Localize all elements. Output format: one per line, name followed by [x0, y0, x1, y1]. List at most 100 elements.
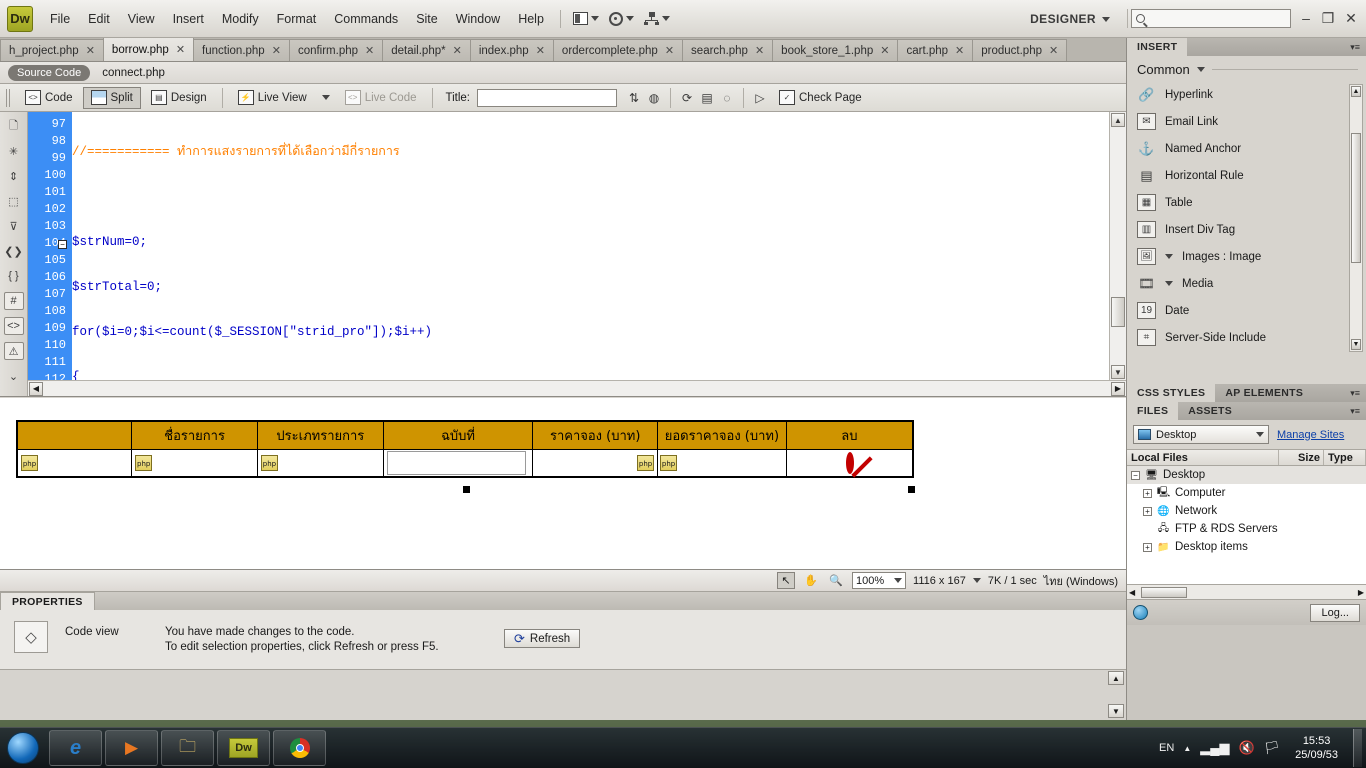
- table-cell-issue[interactable]: [382, 448, 534, 478]
- menu-file[interactable]: File: [41, 8, 79, 30]
- close-icon[interactable]: ✕: [176, 43, 185, 56]
- close-icon[interactable]: ✕: [955, 44, 964, 57]
- tree-item-ftp-rds[interactable]: 🖧 FTP & RDS Servers: [1127, 520, 1366, 538]
- close-icon[interactable]: ✕: [755, 44, 764, 57]
- doc-tab-index[interactable]: index.php ✕: [469, 39, 554, 61]
- live-view-button[interactable]: ⚡ Live View: [230, 87, 315, 109]
- table-cell-number[interactable]: php: [16, 448, 133, 478]
- insert-category-row[interactable]: Common: [1127, 56, 1366, 81]
- doc-tab-product[interactable]: product.php ✕: [972, 39, 1068, 61]
- doc-tab-function[interactable]: function.php ✕: [193, 39, 290, 61]
- internet-explorer-icon[interactable]: e: [49, 730, 102, 766]
- code-vertical-scrollbar[interactable]: ▲ ▼: [1109, 112, 1126, 380]
- collapse-full-tag-icon[interactable]: ⇕: [4, 167, 24, 185]
- zoom-tool-icon[interactable]: 🔍: [827, 572, 845, 589]
- chevron-down-icon[interactable]: [1196, 67, 1205, 72]
- files-tree[interactable]: − 🖥 Desktop + 🖳 Computer + 🌐 Network 🖧 F…: [1127, 466, 1366, 584]
- preview-in-browser-icon[interactable]: ◍: [645, 89, 663, 106]
- table-header-cell[interactable]: ฉบับที่: [382, 420, 534, 450]
- validation-icon[interactable]: ◌: [718, 89, 736, 106]
- scroll-down-icon[interactable]: ▼: [1111, 365, 1125, 379]
- language-indicator[interactable]: EN: [1159, 742, 1174, 754]
- insert-item-div-tag[interactable]: ▥ Insert Div Tag: [1127, 216, 1366, 243]
- insert-item-horizontal-rule[interactable]: ▤ Horizontal Rule: [1127, 162, 1366, 189]
- files-horizontal-scrollbar[interactable]: ◀ ▶: [1127, 584, 1366, 599]
- tab-assets[interactable]: ASSETS: [1178, 402, 1242, 420]
- window-minimize-button[interactable]: –: [1295, 8, 1317, 28]
- doc-tab-h-project[interactable]: h_project.php ✕: [0, 39, 104, 61]
- code-view-button[interactable]: <> Code: [17, 87, 81, 109]
- window-size-value[interactable]: 1116 x 167: [913, 575, 966, 587]
- panel-menu-icon[interactable]: ▾≡: [1350, 402, 1366, 420]
- close-icon[interactable]: ✕: [665, 44, 674, 57]
- table-header-cell[interactable]: ประเภทรายการ: [256, 420, 384, 450]
- tab-css-styles[interactable]: CSS STYLES: [1127, 384, 1216, 402]
- chevron-down-icon[interactable]: [1165, 254, 1173, 259]
- show-desktop-button[interactable]: [1353, 729, 1362, 767]
- tab-ap-elements[interactable]: AP ELEMENTS: [1215, 384, 1313, 402]
- split-view-button[interactable]: Split: [82, 86, 141, 109]
- media-player-icon[interactable]: ▶: [105, 730, 158, 766]
- apply-comment-icon[interactable]: ⚠: [3, 342, 24, 360]
- close-icon[interactable]: ✕: [453, 44, 462, 57]
- table-header-cell[interactable]: ลบ: [785, 420, 914, 450]
- speaker-muted-icon[interactable]: 🔇: [1238, 740, 1254, 756]
- scrollbar-thumb[interactable]: [1141, 586, 1188, 598]
- site-select[interactable]: Desktop: [1133, 425, 1269, 444]
- expand-icon[interactable]: +: [1143, 488, 1152, 498]
- properties-tab[interactable]: PROPERTIES: [0, 592, 95, 610]
- issue-number-input[interactable]: [386, 450, 526, 475]
- insert-panel-scrollbar[interactable]: ▲ ▼: [1349, 84, 1363, 352]
- refresh-button[interactable]: ⟳ Refresh: [504, 629, 581, 648]
- toolbar-grip[interactable]: [6, 88, 11, 107]
- menu-edit[interactable]: Edit: [79, 8, 119, 30]
- window-maximize-button[interactable]: ❐: [1317, 8, 1339, 28]
- close-icon[interactable]: ✕: [365, 44, 374, 57]
- menu-view[interactable]: View: [119, 8, 164, 30]
- highlight-invalid-code-icon[interactable]: <>: [3, 317, 24, 335]
- insert-item-email-link[interactable]: ✉ Email Link: [1127, 108, 1366, 135]
- close-icon[interactable]: ✕: [272, 44, 281, 57]
- expand-all-icon[interactable]: ⊽: [4, 217, 24, 235]
- chevron-down-icon[interactable]: [972, 578, 981, 583]
- table-cell-total[interactable]: php: [657, 448, 787, 478]
- browser-compat-icon[interactable]: ▷: [751, 89, 769, 106]
- doc-tab-borrow[interactable]: borrow.php ✕: [102, 38, 195, 61]
- tree-item-desktop-items[interactable]: + 📁 Desktop items: [1127, 538, 1366, 556]
- insert-item-media[interactable]: 🎞 Media: [1127, 270, 1366, 297]
- app-vertical-scrollbar[interactable]: ▲ ▼: [1107, 670, 1126, 719]
- code-text[interactable]: //=========== ทำการแสงรายการที่ได้เลือกว…: [72, 112, 1108, 382]
- insert-item-ssi[interactable]: ⌗ Server-Side Include: [1127, 324, 1366, 351]
- selection-handle[interactable]: [463, 486, 470, 493]
- doc-tab-search[interactable]: search.php ✕: [682, 39, 774, 61]
- live-view-options-button[interactable]: [317, 87, 335, 109]
- close-icon[interactable]: ✕: [86, 44, 95, 57]
- doc-tab-detail[interactable]: detail.php* ✕: [382, 39, 471, 61]
- scroll-up-icon[interactable]: ▲: [1351, 86, 1361, 97]
- action-center-icon[interactable]: 🏳: [1264, 740, 1281, 756]
- line-numbers-icon[interactable]: #: [3, 292, 24, 310]
- start-orb-icon[interactable]: [0, 729, 46, 767]
- close-icon[interactable]: ✕: [1049, 44, 1058, 57]
- close-icon[interactable]: ✕: [536, 44, 545, 57]
- file-transfer-icon[interactable]: ⇅: [625, 89, 643, 106]
- scroll-up-icon[interactable]: ▲: [1108, 671, 1124, 685]
- insert-item-named-anchor[interactable]: ⚓ Named Anchor: [1127, 135, 1366, 162]
- column-header-size[interactable]: Size: [1279, 450, 1324, 465]
- table-header-cell[interactable]: ยอดราคาจอง (บาท): [657, 420, 787, 450]
- tree-item-computer[interactable]: + 🖳 Computer: [1127, 484, 1366, 502]
- tree-item-network[interactable]: + 🌐 Network: [1127, 502, 1366, 520]
- more-icon[interactable]: ⌄: [4, 367, 24, 385]
- scrollbar-thumb[interactable]: [1111, 297, 1125, 327]
- doc-tab-confirm[interactable]: confirm.php ✕: [288, 39, 384, 61]
- refresh-design-icon[interactable]: ⟳: [678, 89, 696, 106]
- no-entry-icon[interactable]: [846, 451, 855, 474]
- scroll-left-icon[interactable]: ◀: [1129, 588, 1135, 597]
- code-horizontal-scrollbar[interactable]: ◀ ▶: [28, 380, 1126, 396]
- window-close-button[interactable]: ✕: [1340, 8, 1362, 28]
- balance-braces-icon[interactable]: { }: [4, 267, 24, 285]
- column-header-local-files[interactable]: Local Files: [1127, 450, 1279, 465]
- tree-item-desktop[interactable]: − 🖥 Desktop: [1127, 466, 1366, 484]
- doc-tab-ordercomplete[interactable]: ordercomplete.php ✕: [552, 39, 684, 61]
- check-page-button[interactable]: ✓ Check Page: [771, 87, 870, 109]
